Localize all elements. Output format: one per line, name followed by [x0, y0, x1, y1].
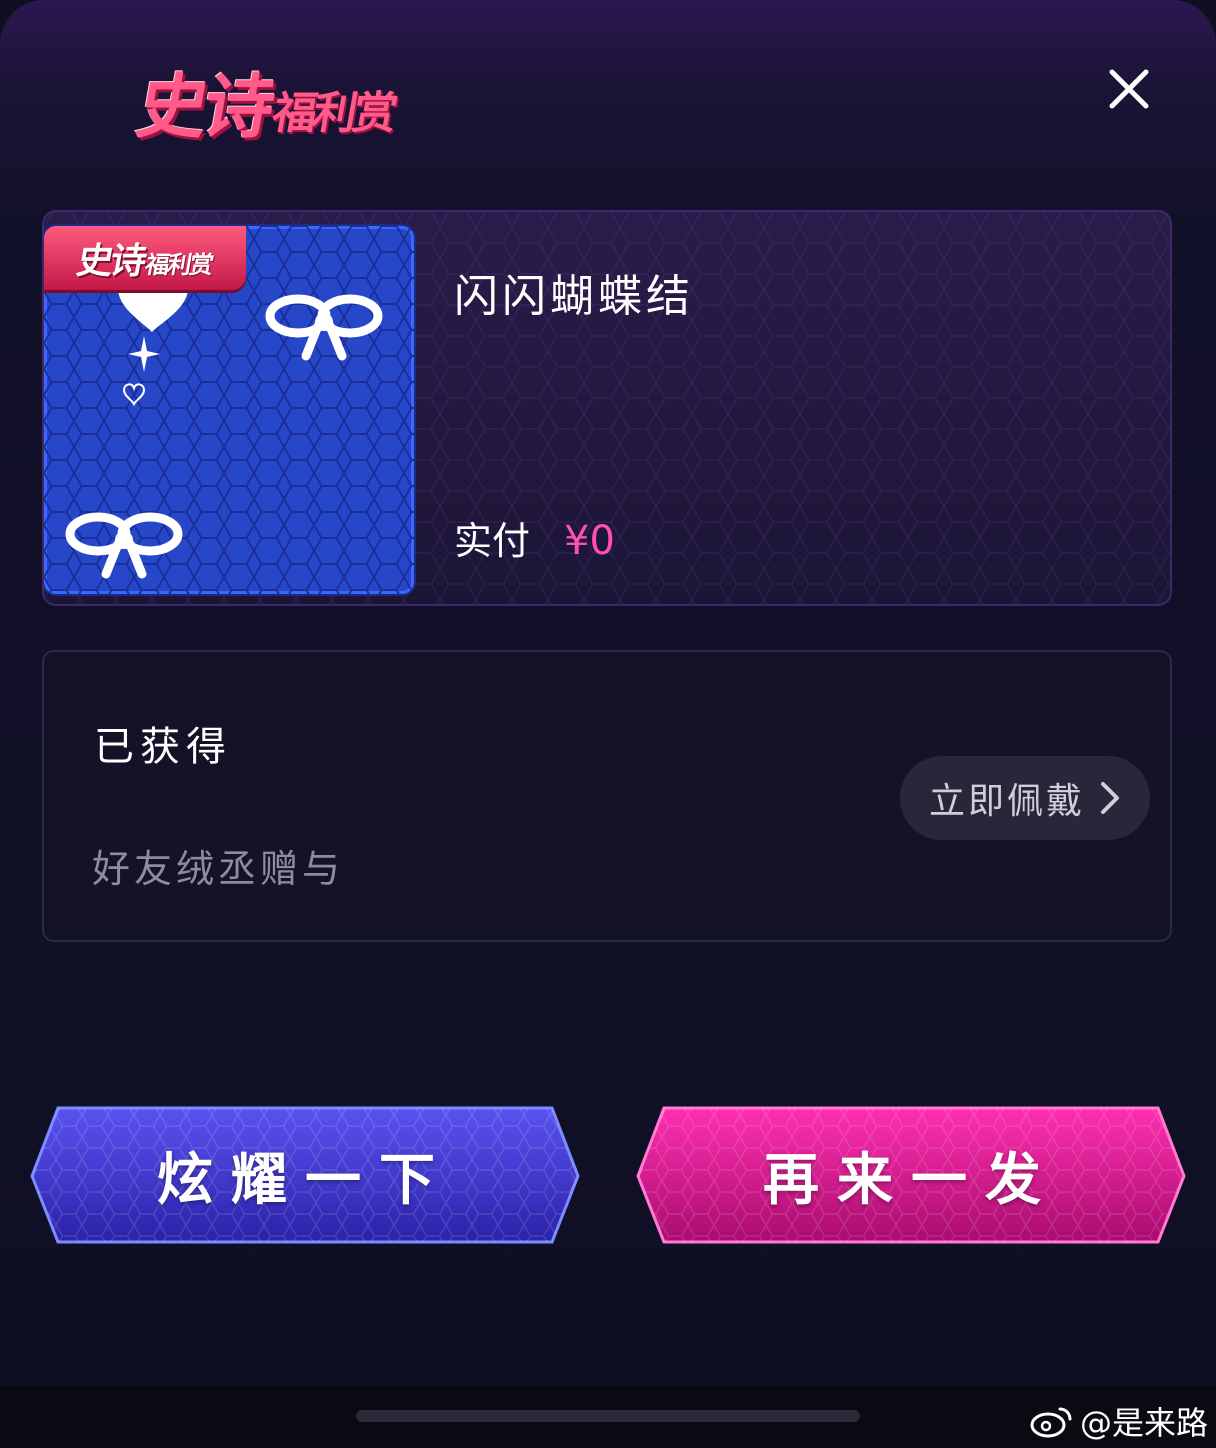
weibo-icon [1030, 1407, 1072, 1438]
home-indicator[interactable] [356, 1410, 860, 1422]
pay-label: 实付 [454, 519, 531, 563]
logo-text-sub: 福利赏 [268, 88, 398, 139]
logo-text-main: 史诗 [131, 66, 278, 148]
wear-now-button[interactable]: 立即佩戴 [900, 756, 1150, 840]
wear-now-label: 立即佩戴 [928, 781, 1085, 822]
close-icon[interactable] [1104, 64, 1154, 114]
obtain-card: 已获得 好友绒丞赠与 立即佩戴 [42, 650, 1172, 942]
epic-reward-logo: 史诗 福利赏 [131, 52, 404, 148]
item-thumbnail: 史诗 福利赏 [44, 226, 414, 594]
watermark-text: @是来路 [1080, 1404, 1209, 1442]
watermark: @是来路 [1030, 1398, 1208, 1444]
badge-text-main: 史诗 [73, 241, 147, 282]
gift-source: 好友绒丞赠与 [92, 847, 345, 891]
draw-again-label: 再来一发 [763, 1147, 1059, 1213]
badge-text-sub: 福利赏 [143, 250, 215, 279]
item-name: 闪闪蝴蝶结 [454, 271, 694, 322]
show-off-button[interactable]: 炫耀一下 [30, 1104, 580, 1246]
epic-reward-badge: 史诗 福利赏 [44, 226, 246, 290]
payment-info: 实付 ¥0 [454, 510, 615, 565]
reward-dialog: 史诗 福利赏 史诗 福利赏 闪闪蝴蝶结 实付 ¥0 已获得 好友绒丞赠与 立即佩… [0, 0, 1216, 1386]
pay-amount: ¥0 [564, 518, 615, 564]
item-card: 史诗 福利赏 闪闪蝴蝶结 实付 ¥0 [42, 210, 1172, 606]
chevron-right-icon [1101, 782, 1119, 814]
draw-again-button[interactable]: 再来一发 [636, 1104, 1186, 1246]
obtained-status: 已获得 [94, 724, 232, 770]
show-off-label: 炫耀一下 [157, 1147, 453, 1213]
